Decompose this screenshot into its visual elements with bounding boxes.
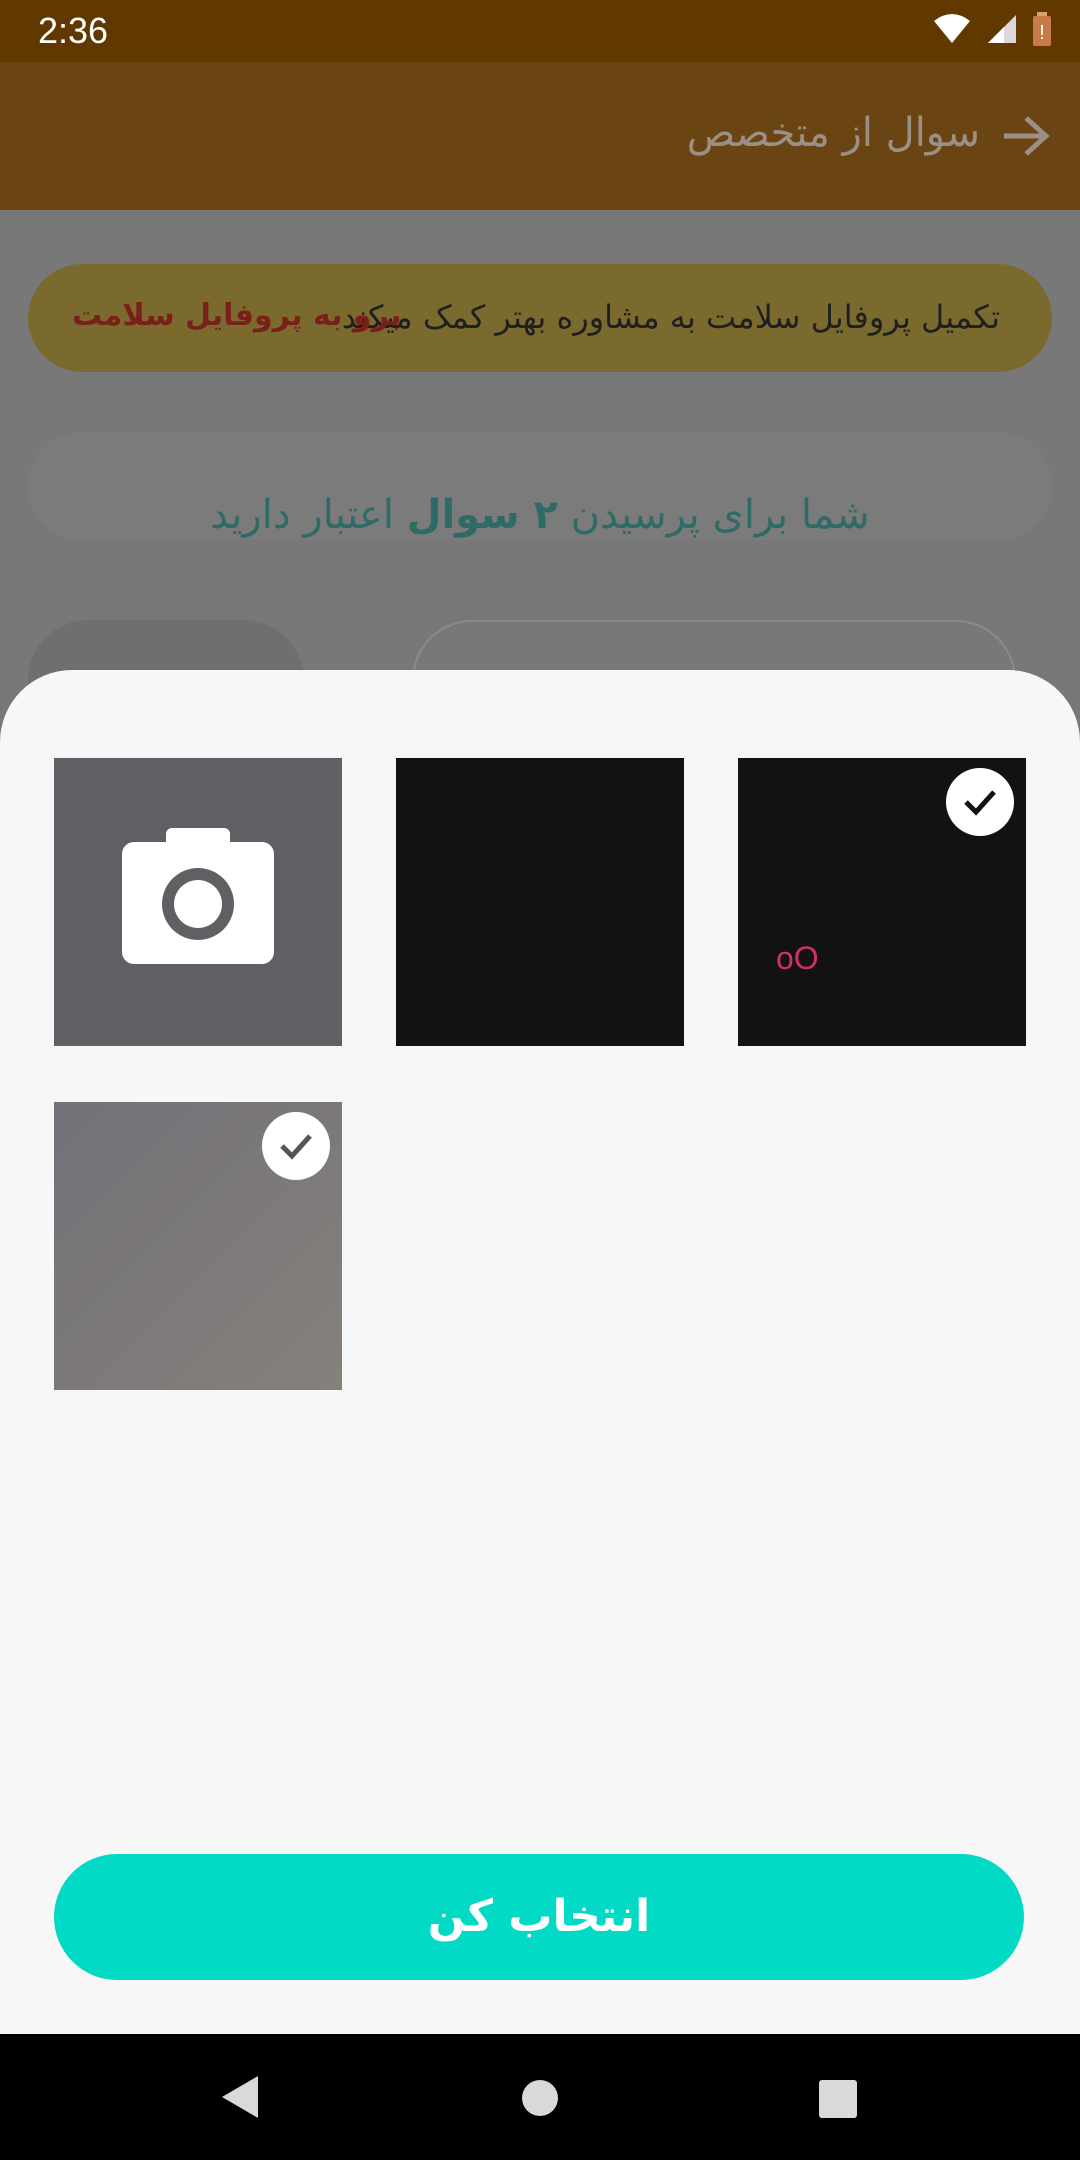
image-picker-sheet: oO انتخاب کن <box>0 670 1080 2034</box>
navigation-bar <box>0 2034 1080 2160</box>
image-overlay-text: oO <box>776 940 819 976</box>
go-to-profile-link[interactable]: برو به پروفایل سلامت <box>72 298 402 333</box>
camera-icon <box>122 828 274 964</box>
signal-icon <box>988 15 1016 43</box>
credit-count: ۲ سوال <box>406 492 558 538</box>
selected-check-icon <box>262 1112 330 1180</box>
credit-banner: شما برای پرسیدن ۲ سوال اعتبار دارید <box>28 432 1052 540</box>
gallery-image-selected[interactable] <box>54 1102 342 1390</box>
app-bar: سوال از متخصص <box>0 62 1080 210</box>
credit-suffix: اعتبار دارید <box>210 492 395 538</box>
page-title: سوال از متخصص <box>686 110 980 156</box>
status-bar: 2:36 ! <box>0 0 1080 62</box>
back-nav-icon[interactable] <box>218 2074 262 2120</box>
wifi-icon <box>934 14 970 43</box>
camera-tile[interactable] <box>54 758 342 1046</box>
gallery-image-selected[interactable]: oO <box>738 758 1026 1046</box>
status-icons: ! <box>932 12 1052 46</box>
gallery-image[interactable] <box>396 758 684 1046</box>
svg-text:!: ! <box>1039 22 1045 44</box>
home-nav-icon[interactable] <box>521 2079 559 2117</box>
selected-check-icon <box>946 768 1014 836</box>
recents-nav-icon[interactable] <box>818 2079 858 2119</box>
health-profile-banner[interactable]: تکمیل پروفایل سلامت به مشاوره بهتر کمک م… <box>28 264 1052 372</box>
status-time: 2:36 <box>38 10 109 51</box>
select-button[interactable]: انتخاب کن <box>54 1854 1024 1980</box>
back-arrow-icon[interactable] <box>1000 114 1052 158</box>
credit-prefix: شما برای پرسیدن <box>570 492 870 538</box>
banner-text: تکمیل پروفایل سلامت به مشاوره بهتر کمک م… <box>341 298 1000 336</box>
battery-alert-icon: ! <box>1033 12 1051 46</box>
credit-text: شما برای پرسیدن ۲ سوال اعتبار دارید <box>210 462 869 538</box>
